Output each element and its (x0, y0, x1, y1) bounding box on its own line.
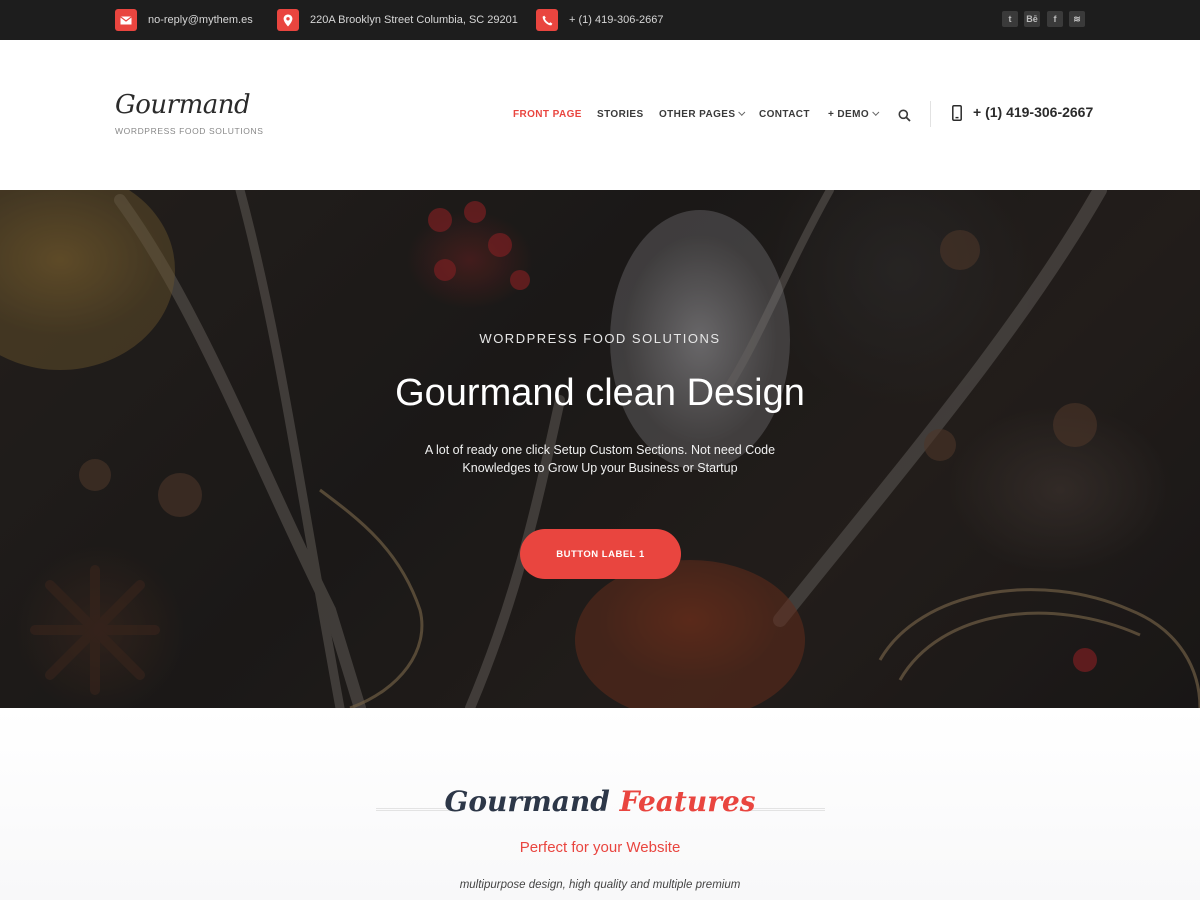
header-phone[interactable]: + (1) 419-306-2667 (973, 104, 1093, 120)
map-pin-icon (277, 9, 299, 31)
email-contact[interactable]: no-reply@mythem.es (115, 9, 253, 31)
features-title-part1: Gourmand (444, 785, 610, 818)
nav-other-pages[interactable]: OTHER PAGES (659, 108, 746, 120)
phone-contact[interactable]: + (1) 419-306-2667 (536, 9, 663, 31)
hero-kicker: WORDPRESS FOOD SOLUTIONS (479, 331, 721, 346)
features-subtitle: Perfect for your Website (519, 839, 681, 856)
site-logo[interactable]: Gourmand (115, 90, 251, 120)
chevron-down-icon (872, 108, 880, 116)
behance-icon[interactable]: Bē (1024, 11, 1040, 27)
header-divider (930, 101, 931, 127)
search-icon[interactable] (898, 109, 911, 122)
features-section: Gourmand Features Perfect for your Websi… (0, 708, 1200, 900)
site-header: Gourmand WORDPRESS FOOD SOLUTIONS FRONT … (0, 40, 1200, 190)
site-tagline: WORDPRESS FOOD SOLUTIONS (115, 126, 264, 136)
facebook-icon[interactable]: f (1047, 11, 1063, 27)
features-description: multipurpose design, high quality and mu… (459, 879, 741, 891)
hero-title: Gourmand clean Design (395, 372, 805, 414)
nav-demo[interactable]: + DEMO (828, 108, 880, 120)
chevron-down-icon (738, 108, 746, 116)
nav-stories[interactable]: STORIES (597, 109, 644, 120)
top-bar: no-reply@mythem.es 220A Brooklyn Street … (0, 0, 1200, 40)
twitter-icon[interactable]: t (1002, 11, 1018, 27)
hero-cta-button[interactable]: BUTTON LABEL 1 (520, 529, 681, 579)
email-text: no-reply@mythem.es (148, 14, 253, 26)
rss-icon[interactable]: ≋ (1069, 11, 1085, 27)
nav-front-page[interactable]: FRONT PAGE (513, 109, 582, 120)
hero-description: A lot of ready one click Setup Custom Se… (424, 443, 776, 475)
nav-contact[interactable]: CONTACT (759, 109, 810, 120)
features-title: Gourmand Features (0, 785, 1200, 818)
phone-text: + (1) 419-306-2667 (569, 14, 664, 26)
features-title-part2: Features (619, 785, 756, 818)
envelope-icon (115, 9, 137, 31)
phone-icon (536, 9, 558, 31)
address-text: 220A Brooklyn Street Columbia, SC 29201 (310, 14, 518, 26)
hero-section: WORDPRESS FOOD SOLUTIONS Gourmand clean … (0, 190, 1200, 708)
mobile-phone-icon (952, 105, 962, 121)
address-contact: 220A Brooklyn Street Columbia, SC 29201 (277, 9, 518, 31)
